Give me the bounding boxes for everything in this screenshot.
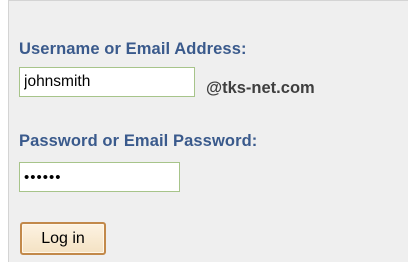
username-label: Username or Email Address:	[19, 40, 247, 58]
username-input[interactable]	[19, 67, 195, 97]
login-form-panel: Username or Email Address: @tks-net.com …	[8, 0, 408, 262]
password-label: Password or Email Password:	[19, 132, 258, 150]
login-button[interactable]: Log in	[20, 222, 106, 255]
domain-suffix-label: @tks-net.com	[206, 79, 315, 97]
password-input[interactable]	[19, 162, 180, 192]
